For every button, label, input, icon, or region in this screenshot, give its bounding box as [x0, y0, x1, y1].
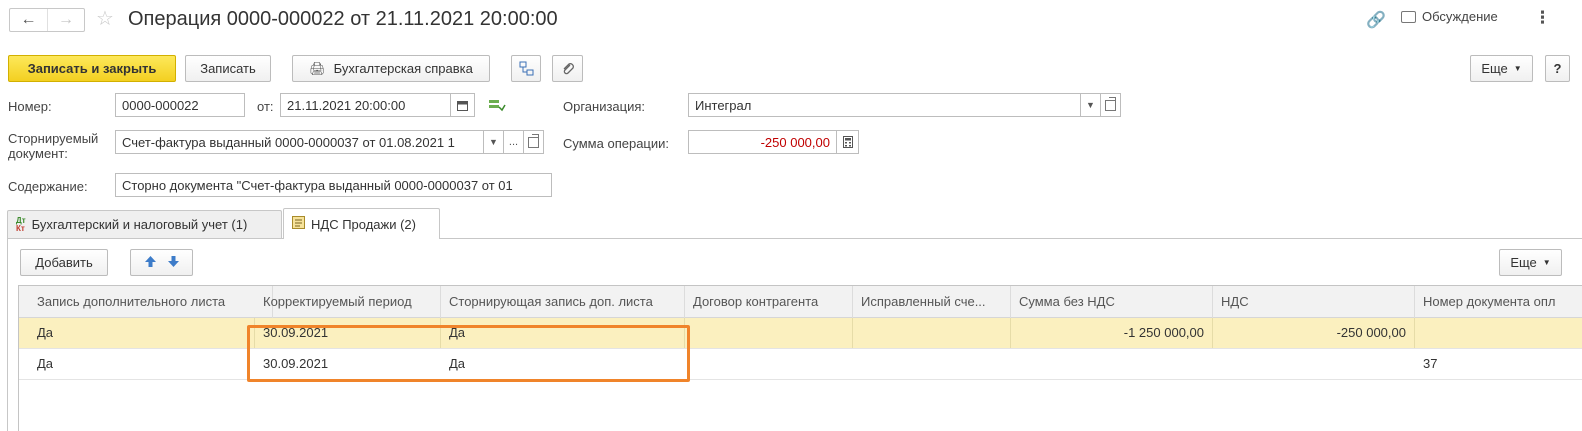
back-arrow-icon[interactable]: ← — [10, 9, 47, 31]
discussion-label: Обсуждение — [1422, 9, 1498, 24]
tab-accounting-label: Бухгалтерский и налоговый учет (1) — [31, 217, 248, 232]
register-icon — [292, 216, 305, 232]
column-header[interactable]: НДС — [1213, 286, 1415, 318]
structure-icon[interactable] — [511, 55, 541, 82]
table-more-button[interactable]: Еще ▼ — [1499, 249, 1562, 276]
column-header[interactable]: Договор контрагента — [685, 286, 853, 318]
arrow-down-icon[interactable] — [167, 255, 180, 271]
sum-field[interactable]: -250 000,00 — [688, 130, 837, 154]
tab-divider — [7, 238, 1582, 239]
arrow-up-icon[interactable] — [144, 255, 157, 271]
save-and-close-button[interactable]: Записать и закрыть — [8, 55, 176, 82]
table-cell[interactable] — [1415, 318, 1582, 348]
organization-label: Организация: — [563, 99, 646, 114]
table-cell[interactable] — [853, 349, 1011, 379]
tab-vat-sales-label: НДС Продажи (2) — [311, 216, 416, 232]
table-header: Запись дополнительного листа Корректируе… — [19, 286, 1582, 318]
more-label: Еще — [1481, 61, 1508, 76]
organization-open-icon[interactable] — [1101, 93, 1121, 117]
column-header[interactable]: Номер документа опл — [1415, 286, 1582, 318]
accounting-note-label: Бухгалтерская справка — [333, 61, 473, 76]
storno-label-line2: документ: — [8, 146, 68, 161]
storno-document-label: Сторнируемый документ: — [8, 131, 98, 161]
organization-dropdown-icon[interactable]: ▼ — [1081, 93, 1101, 117]
printer-icon: 🖨 — [309, 60, 326, 76]
navigation-buttons: ← → — [9, 8, 85, 32]
table-cell[interactable]: -1 250 000,00 — [1011, 318, 1213, 348]
highlight-frame — [247, 325, 690, 382]
sum-label: Сумма операции: — [563, 136, 669, 151]
dt-kt-icon: Дт Кт — [16, 215, 26, 233]
table-cell[interactable]: Да — [29, 318, 255, 348]
table-cell[interactable] — [685, 349, 853, 379]
table-cell[interactable]: -250 000,00 — [1213, 318, 1415, 348]
date-label: от: — [257, 99, 274, 114]
table-cell[interactable] — [853, 318, 1011, 348]
storno-select-icon[interactable]: ... — [504, 130, 524, 154]
more-button[interactable]: Еще ▼ — [1470, 55, 1533, 82]
storno-dropdown-icon[interactable]: ▼ — [484, 130, 504, 154]
table-cell[interactable]: Да — [29, 349, 255, 379]
calendar-icon[interactable] — [451, 93, 475, 117]
save-button[interactable]: Записать — [185, 55, 271, 82]
storno-document-field[interactable]: Счет-фактура выданный 0000-0000037 от 01… — [115, 130, 484, 154]
calculator-icon[interactable] — [837, 130, 859, 154]
column-header[interactable]: Запись дополнительного листа — [29, 286, 273, 318]
date-field[interactable]: 21.11.2021 20:00:00 — [280, 93, 451, 117]
speech-bubble-icon — [1401, 10, 1416, 23]
table-cell[interactable]: 37 — [1415, 349, 1582, 379]
help-button[interactable]: ? — [1545, 55, 1570, 82]
column-header[interactable]: Корректируемый период — [255, 286, 441, 318]
add-button[interactable]: Добавить — [20, 249, 108, 276]
link-icon[interactable]: 🔗 — [1366, 10, 1386, 30]
table-more-label: Еще — [1510, 255, 1537, 270]
accounting-note-button[interactable]: 🖨 Бухгалтерская справка — [292, 55, 490, 82]
content-label: Содержание: — [8, 179, 88, 194]
table-cell[interactable] — [1011, 349, 1213, 379]
discussion-button[interactable]: Обсуждение — [1401, 9, 1498, 24]
document-mark-icon[interactable] — [488, 98, 506, 115]
dropdown-arrow-icon: ▼ — [1513, 64, 1522, 73]
more-vertical-icon[interactable]: ⋮ — [1534, 8, 1551, 28]
column-header[interactable]: Сумма без НДС — [1011, 286, 1213, 318]
column-header[interactable]: Сторнирующая запись доп. листа — [441, 286, 685, 318]
number-field[interactable]: 0000-000022 — [115, 93, 245, 117]
column-header[interactable]: Исправленный сче... — [853, 286, 1011, 318]
page-title: Операция 0000-000022 от 21.11.2021 20:00… — [128, 8, 558, 30]
table-cell[interactable] — [685, 318, 853, 348]
number-label: Номер: — [8, 99, 52, 114]
forward-arrow-icon[interactable]: → — [47, 9, 84, 31]
favorite-star-icon[interactable]: ☆ — [96, 7, 114, 31]
storno-label-line1: Сторнируемый — [8, 131, 99, 146]
tab-accounting[interactable]: Дт Кт Бухгалтерский и налоговый учет (1) — [7, 210, 282, 238]
organization-field[interactable]: Интеграл — [688, 93, 1081, 117]
storno-open-icon[interactable] — [524, 130, 544, 154]
table-more-arrow-icon: ▼ — [1542, 258, 1551, 267]
tab-vat-sales[interactable]: НДС Продажи (2) — [283, 208, 440, 239]
paperclip-icon[interactable] — [552, 55, 583, 82]
content-field[interactable]: Сторно документа "Счет-фактура выданный … — [115, 173, 552, 197]
move-buttons — [130, 249, 193, 276]
table-cell[interactable] — [1213, 349, 1415, 379]
